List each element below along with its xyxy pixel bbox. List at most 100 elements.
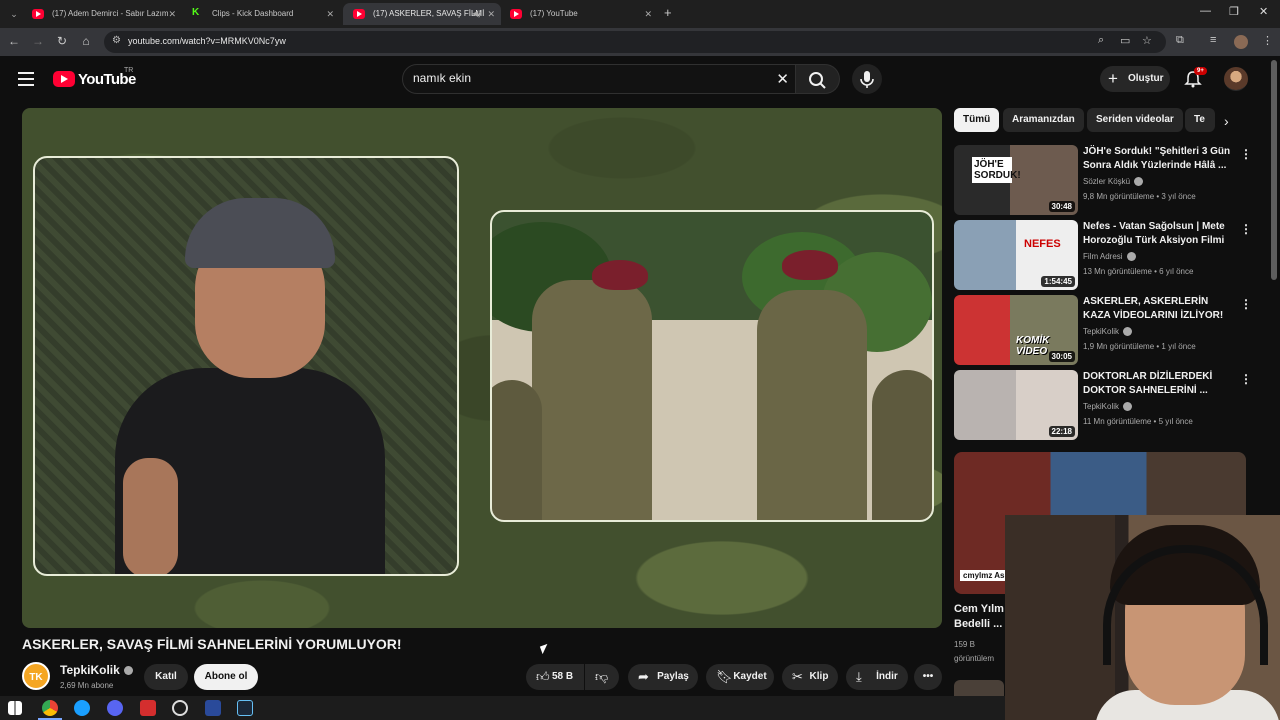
tab-search-icon[interactable]: ⌄ xyxy=(6,6,22,22)
scissors-icon: ✂ xyxy=(792,669,803,684)
recommendation-channel[interactable]: Film Adresi xyxy=(1083,252,1136,262)
app-icon[interactable] xyxy=(140,700,156,716)
clip-button[interactable]: ✂ Klip xyxy=(782,664,838,690)
save-button[interactable]: 🔖︎ Kaydet xyxy=(706,664,774,690)
back-icon[interactable]: ← xyxy=(6,34,22,48)
channel-avatar[interactable]: TK xyxy=(22,662,50,690)
url-text[interactable]: youtube.com/watch?v=MRMKV0Nc7yw xyxy=(128,36,286,46)
youtube-favicon-icon xyxy=(510,9,522,19)
chrome-icon[interactable] xyxy=(42,700,58,716)
more-actions-button[interactable]: ••• xyxy=(914,664,942,690)
more-vertical-icon[interactable]: ⋮ xyxy=(1240,297,1252,311)
steam-icon[interactable] xyxy=(237,700,253,716)
app-icon[interactable] xyxy=(205,700,221,716)
extensions-icon[interactable]: ⧉ xyxy=(1176,34,1184,47)
search-input[interactable] xyxy=(413,71,753,85)
recommendation-channel[interactable]: Sözler Köşkü xyxy=(1083,177,1144,187)
discord-icon[interactable] xyxy=(107,700,123,716)
recommendation-title[interactable]: ASKERLER, ASKERLERİN KAZA VİDEOLARINI İZ… xyxy=(1083,295,1233,323)
account-avatar[interactable] xyxy=(1224,67,1248,91)
app-icon[interactable] xyxy=(74,700,90,716)
recommendation-item[interactable]: KOMİK VİDEO 30:05 ASKERLER, ASKERLERİN K… xyxy=(954,295,1254,365)
kick-favicon-icon: K xyxy=(192,7,200,18)
windows-start-icon[interactable] xyxy=(8,701,22,715)
download-button[interactable]: ⤓ İndir xyxy=(846,664,908,690)
share-button[interactable]: ➦ Paylaş xyxy=(628,664,698,690)
close-tab-icon[interactable]: ✕ xyxy=(487,3,495,25)
microphone-icon xyxy=(860,71,874,88)
chevron-right-icon[interactable]: › xyxy=(1224,113,1229,129)
new-tab-icon[interactable]: + xyxy=(664,5,672,20)
bookmark-icon: 🔖︎ xyxy=(716,669,733,684)
reload-icon[interactable]: ↻ xyxy=(54,34,70,48)
chip-from-search[interactable]: Aramanızdan xyxy=(1003,108,1084,132)
more-vertical-icon[interactable]: ⋮ xyxy=(1240,147,1252,161)
close-tab-icon[interactable]: ✕ xyxy=(644,3,652,25)
reading-list-icon[interactable]: ≡ xyxy=(1210,34,1216,46)
audio-playing-icon[interactable]: ◀) xyxy=(472,3,481,25)
verified-check-icon xyxy=(123,666,133,676)
close-tab-icon[interactable]: ✕ xyxy=(168,3,176,25)
restore-icon[interactable]: ❐ xyxy=(1229,5,1239,18)
subscribe-button[interactable]: Abone ol xyxy=(194,664,258,690)
recommendation-title[interactable]: DOKTORLAR DİZİLERDEKİ DOKTOR SAHNELERİNİ… xyxy=(1083,370,1233,398)
verified-check-icon xyxy=(1134,177,1144,187)
recommendation-item[interactable]: NEFES 1:54:45 Nefes - Vatan Sağolsun | M… xyxy=(954,220,1254,290)
youtube-logo[interactable]: YouTube TR xyxy=(53,67,136,88)
verified-check-icon xyxy=(1123,327,1133,337)
search-box: ✕ xyxy=(402,64,796,94)
site-info-icon[interactable]: ⚙ xyxy=(112,35,121,46)
chip-all[interactable]: Tümü xyxy=(954,108,1000,132)
search-button[interactable] xyxy=(796,64,840,94)
obs-icon[interactable] xyxy=(172,700,188,716)
create-button[interactable]: + Oluştur xyxy=(1100,66,1170,92)
recommendation-channel[interactable]: TepkiKolik xyxy=(1083,327,1133,337)
clear-search-icon[interactable]: ✕ xyxy=(776,70,789,88)
recommendation-meta: 1,9 Mn görüntüleme • 1 yıl önce xyxy=(1083,342,1196,351)
video-thumbnail[interactable] xyxy=(954,680,1004,696)
browser-toolbar: ← → ↻ ⌂ ⚙ youtube.com/watch?v=MRMKV0Nc7y… xyxy=(0,28,1280,56)
channel-name[interactable]: TepkiKolik xyxy=(60,663,133,677)
recommendation-meta: 159 B görüntülem xyxy=(954,640,995,663)
os-taskbar xyxy=(0,696,1005,720)
more-vertical-icon[interactable]: ⋮ xyxy=(1240,372,1252,386)
video-thumbnail[interactable]: JÖH'E SORDUK! 30:48 xyxy=(954,145,1078,215)
join-button[interactable]: Katıl xyxy=(144,664,188,690)
recommendation-title[interactable]: Nefes - Vatan Sağolsun | Mete Horozoğlu … xyxy=(1083,220,1233,248)
bookmark-star-icon[interactable]: ☆ xyxy=(1142,34,1152,47)
close-window-icon[interactable]: ✕ xyxy=(1259,5,1268,18)
video-title: ASKERLER, SAVAŞ FİLMİ SAHNELERİNİ YORUML… xyxy=(22,636,402,652)
home-icon[interactable]: ⌂ xyxy=(78,34,94,48)
address-bar[interactable]: ⚙ youtube.com/watch?v=MRMKV0Nc7yw xyxy=(104,31,1166,53)
forward-icon[interactable]: → xyxy=(30,34,46,48)
chip-partial[interactable]: Te xyxy=(1185,108,1215,132)
video-thumbnail[interactable]: NEFES 1:54:45 xyxy=(954,220,1078,290)
recommendation-meta: 11 Mn görüntüleme • 5 yıl önce xyxy=(1083,417,1193,426)
menu-icon[interactable] xyxy=(18,72,34,86)
voice-search-button[interactable] xyxy=(852,64,882,94)
recommendation-item[interactable]: JÖH'E SORDUK! 30:48 JÖH'e Sorduk! "Şehit… xyxy=(954,145,1254,215)
like-button[interactable]: 👍︎ 58 B xyxy=(526,664,584,690)
close-tab-icon[interactable]: ✕ xyxy=(326,3,334,25)
recommendation-meta: 13 Mn görüntüleme • 6 yıl önce xyxy=(1083,267,1194,276)
browser-tab[interactable]: K Clips - Kick Dashboard ✕ xyxy=(182,3,340,25)
recommendation-channel[interactable]: TepkiKolik xyxy=(1083,402,1133,412)
dislike-button[interactable]: 👎︎ xyxy=(585,664,619,690)
minimize-icon[interactable]: — xyxy=(1200,5,1211,17)
video-thumbnail[interactable]: KOMİK VİDEO 30:05 xyxy=(954,295,1078,365)
browser-tab[interactable]: (17) YouTube ✕ xyxy=(500,3,658,25)
recommendation-title[interactable]: JÖH'e Sorduk! "Şehitleri 3 Gün Sonra Ald… xyxy=(1083,145,1233,173)
browser-tab-active[interactable]: (17) ASKERLER, SAVAŞ FİLMİ ◀) ✕ xyxy=(343,3,501,25)
profile-avatar[interactable] xyxy=(1234,35,1248,49)
browser-tab[interactable]: (17) Adem Demirci - Sabır Lazım ✕ xyxy=(22,3,182,25)
page-scrollbar[interactable] xyxy=(1271,60,1277,280)
more-vertical-icon[interactable]: ⋮ xyxy=(1240,222,1252,236)
video-player[interactable] xyxy=(22,108,942,628)
browser-menu-icon[interactable]: ⋮ xyxy=(1262,34,1273,47)
chip-from-series[interactable]: Seriden videolar xyxy=(1087,108,1183,132)
cast-icon[interactable]: ▭ xyxy=(1120,34,1130,47)
recommendation-item[interactable]: 22:18 DOKTORLAR DİZİLERDEKİ DOKTOR SAHNE… xyxy=(954,370,1254,440)
zoom-icon[interactable]: ⌕ xyxy=(1098,34,1104,47)
video-thumbnail[interactable]: 22:18 xyxy=(954,370,1078,440)
recommendation-title[interactable]: Cem Yılm Bedelli ... xyxy=(954,602,1004,632)
